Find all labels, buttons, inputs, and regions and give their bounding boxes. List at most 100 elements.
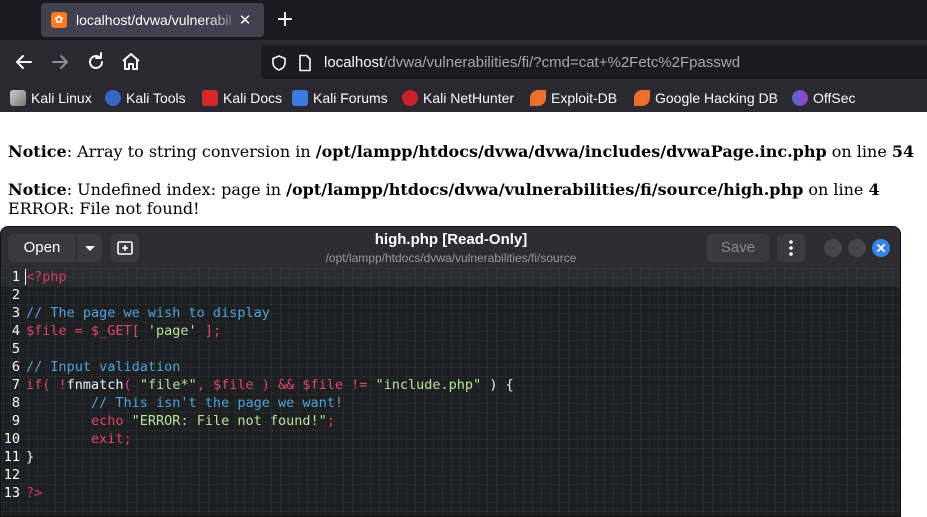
code-line[interactable]: 13 ?> [1, 484, 900, 502]
url-path: /dvwa/vulnerabilities/fi/?cmd=cat+%2Fetc… [383, 54, 741, 71]
open-divider [76, 234, 77, 262]
bookmark-label: Kali Tools [126, 90, 186, 106]
code-keyword: exit; [26, 431, 132, 447]
code-line[interactable]: 3 // The page we wish to display [1, 304, 900, 322]
maximize-button[interactable] [848, 239, 866, 257]
open-button[interactable]: Open [8, 234, 102, 262]
kali-dragon-icon [10, 90, 26, 106]
kali-forums-icon [292, 90, 308, 106]
code-string: "ERROR: File not found!" [131, 413, 327, 429]
back-arrow-icon[interactable] [12, 50, 36, 74]
code-text: ( [123, 377, 140, 393]
notice-line-number: 54 [891, 142, 915, 161]
shield-icon[interactable] [270, 54, 288, 72]
bookmark-offsec[interactable]: OffSec [792, 89, 856, 107]
new-document-button[interactable] [111, 234, 139, 262]
code-view[interactable]: 1 <?php 2 3 // The page we wish to display… [1, 268, 900, 516]
offsec-icon [792, 90, 808, 106]
line-number: 6 [11, 359, 20, 375]
code-line[interactable]: 7 if( !fnmatch( "file*", $file ) && $file… [1, 376, 900, 394]
line-number: 5 [11, 341, 20, 357]
bookmark-kali-linux[interactable]: Kali Linux [10, 89, 92, 107]
code-line[interactable]: 10 exit; [1, 430, 900, 448]
code-comment: // Input validation [26, 359, 181, 375]
bookmark-label: Kali Linux [31, 90, 92, 106]
bookmark-kali-docs[interactable]: Kali Docs [202, 89, 282, 107]
code-string: "file*" [139, 377, 197, 393]
code-comment: // This isn't the page we want! [26, 395, 343, 411]
page-icon[interactable] [297, 54, 313, 72]
home-icon[interactable] [119, 50, 143, 74]
code-keyword: echo [26, 413, 132, 429]
code-line[interactable]: 11} [1, 448, 900, 466]
reload-icon[interactable] [84, 50, 108, 74]
new-tab-button[interactable]: + [274, 9, 296, 31]
notice-line-number: 4 [868, 180, 880, 199]
tab-title: localhost/dvwa/vulnerabil [76, 12, 232, 28]
code-line[interactable]: 4 $file = $_GET[ 'page' ]; [1, 322, 900, 340]
line-number: 4 [11, 323, 20, 339]
code-text: $file = $_GET[ [26, 323, 148, 339]
code-line[interactable]: 6 // Input validation [1, 358, 900, 376]
text-editor-window: Open high.php [Read-Only] /opt/lampp/htd… [0, 226, 901, 517]
notice-array-conversion: Notice: Array to string conversion in /o… [8, 142, 914, 161]
code-function: fnmatch [66, 377, 124, 393]
line-number: 9 [11, 413, 20, 429]
url-bar[interactable]: localhost/dvwa/vulnerabilities/fi/?cmd=c… [261, 45, 927, 79]
code-text: ) { [481, 377, 514, 393]
code-text: ?> [26, 485, 43, 501]
notice-on-line: on line [803, 180, 869, 199]
line-number: 10 [3, 431, 20, 447]
line-number: 3 [11, 305, 20, 321]
code-line[interactable]: 5 [1, 340, 900, 358]
code-text: ]; [196, 323, 222, 339]
close-tab-icon[interactable]: ✕ [236, 11, 254, 29]
code-line[interactable]: 2 [1, 286, 900, 304]
bookmark-kali-tools[interactable]: Kali Tools [105, 89, 186, 107]
kali-tools-icon [105, 90, 121, 106]
notice-undefined-index: Notice: Undefined index: page in /opt/la… [8, 180, 880, 199]
code-line[interactable]: 1 <?php [1, 268, 900, 286]
forward-arrow-icon[interactable] [48, 50, 72, 74]
main-menu-button[interactable] [777, 234, 805, 262]
bookmark-kali-nethunter[interactable]: Kali NetHunter [402, 89, 514, 107]
code-text: , $file ) && $file != [196, 377, 376, 393]
line-number: 7 [11, 377, 20, 393]
line-number: 11 [3, 449, 20, 465]
bookmark-label: Exploit-DB [551, 90, 618, 106]
editor-subtitle: /opt/lampp/htdocs/dvwa/vulnerabilities/f… [325, 251, 577, 265]
bookmark-google-hacking-db[interactable]: Google Hacking DB [634, 89, 778, 107]
bookmark-kali-forums[interactable]: Kali Forums [292, 89, 388, 107]
bookmark-label: Kali Forums [313, 90, 388, 106]
close-icon [877, 244, 885, 252]
line-number: 13 [3, 485, 20, 501]
notice-label: Notice [8, 180, 67, 199]
open-label[interactable]: Open [8, 234, 76, 262]
code-line[interactable]: 8 // This isn't the page we want! [1, 394, 900, 412]
close-window-button[interactable] [872, 239, 890, 257]
kali-docs-icon [202, 90, 218, 106]
code-line[interactable]: 9 echo "ERROR: File not found!"; [1, 412, 900, 430]
bookmark-label: Kali Docs [223, 90, 283, 106]
kali-nethunter-icon [402, 90, 418, 106]
line-number: 8 [11, 395, 20, 411]
editor-headerbar[interactable]: Open high.php [Read-Only] /opt/lampp/htd… [1, 227, 900, 268]
browser-tab[interactable]: ✿ localhost/dvwa/vulnerabil ✕ [41, 3, 264, 37]
code-string: 'page' [147, 323, 197, 339]
bookmark-exploit-db[interactable]: Exploit-DB [530, 89, 617, 107]
url-text[interactable]: localhost/dvwa/vulnerabilities/fi/?cmd=c… [324, 54, 740, 71]
ghdb-icon [634, 90, 650, 106]
notice-on-line: on line [826, 142, 892, 161]
minimize-button[interactable] [824, 239, 842, 257]
bookmarks-toolbar: Kali Linux Kali Tools Kali Docs Kali For… [0, 84, 927, 112]
code-comment: // The page we wish to display [26, 305, 270, 321]
notice-text: : Array to string conversion in [66, 142, 316, 161]
code-line[interactable]: 12 [1, 466, 900, 484]
navigation-bar: localhost/dvwa/vulnerabilities/fi/?cmd=c… [0, 40, 927, 84]
kebab-menu-icon [789, 240, 793, 256]
chevron-down-icon[interactable] [78, 234, 102, 262]
save-button[interactable]: Save [707, 234, 769, 262]
notice-label: Notice [8, 142, 67, 161]
editor-title: high.php [Read-Only] [374, 231, 528, 248]
line-number: 12 [3, 467, 20, 483]
